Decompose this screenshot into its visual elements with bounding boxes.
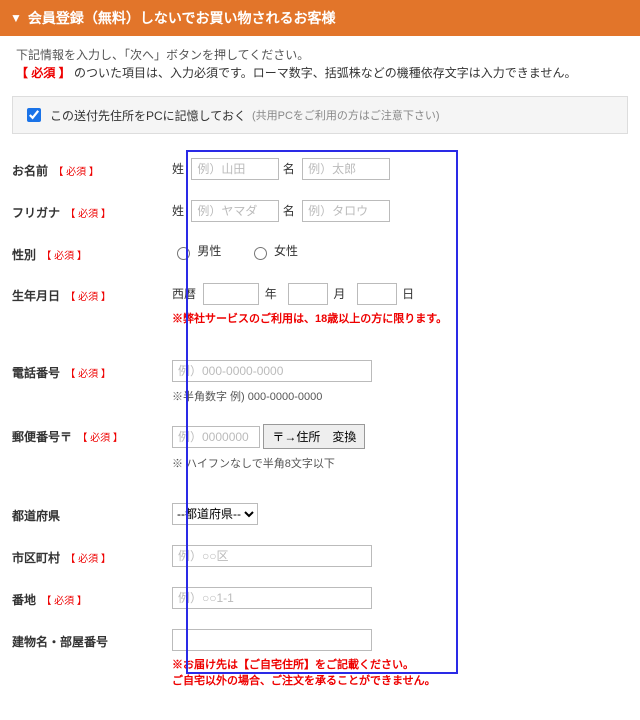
zip-hint: ※ ハイフンなしで半角8文字以下 bbox=[172, 455, 628, 471]
dob-day-input[interactable] bbox=[357, 283, 397, 305]
kana-mei-input[interactable] bbox=[302, 200, 390, 222]
name-sei-input[interactable] bbox=[191, 158, 279, 180]
city-input[interactable] bbox=[172, 545, 372, 567]
label-day: 日 bbox=[402, 287, 414, 301]
label-zip: 郵便番号〒 【 必須 】 bbox=[12, 424, 172, 445]
phone-input[interactable] bbox=[172, 360, 372, 382]
label-era: 西暦 bbox=[172, 287, 196, 301]
remember-label: この送付先住所をPCに記憶しておく bbox=[50, 107, 246, 124]
name-mei-input[interactable] bbox=[302, 158, 390, 180]
label-building: 建物名・部屋番号 bbox=[12, 629, 172, 650]
label-month: 月 bbox=[333, 287, 345, 301]
instructions: 下記情報を入力し、「次へ」ボタンを押してください。 【 必須 】 のついた項目は… bbox=[16, 46, 624, 82]
label-mei: 名 bbox=[283, 162, 295, 176]
label-kana-sei: 姓 bbox=[172, 204, 184, 218]
remember-address-box: この送付先住所をPCに記憶しておく (共用PCをご利用の方はご注意下さい) bbox=[12, 96, 628, 134]
dob-warning: ※弊社サービスのご利用は、18歳以上の方に限ります。 bbox=[172, 311, 628, 328]
phone-hint: ※半角数字 例) 000-0000-0000 bbox=[172, 388, 628, 404]
kana-sei-input[interactable] bbox=[191, 200, 279, 222]
building-input[interactable] bbox=[172, 629, 372, 651]
street-input[interactable] bbox=[172, 587, 372, 609]
instruction-line-1: 下記情報を入力し、「次へ」ボタンを押してください。 bbox=[16, 46, 624, 64]
label-phone: 電話番号 【 必須 】 bbox=[12, 360, 172, 381]
remember-note: (共用PCをご利用の方はご注意下さい) bbox=[252, 107, 440, 123]
section-title: 会員登録（無料）しないでお買い物されるお客様 bbox=[28, 8, 336, 28]
label-pref: 都道府県 bbox=[12, 503, 172, 524]
chevron-down-icon: ▼ bbox=[10, 11, 22, 25]
gender-male-option[interactable]: 男性 bbox=[172, 244, 225, 258]
instruction-line-2: 【 必須 】 のついた項目は、入力必須です。ローマ数字、括弧株などの機種依存文字… bbox=[16, 64, 624, 82]
required-badge: 【 必須 】 bbox=[16, 66, 71, 80]
label-year: 年 bbox=[265, 287, 277, 301]
gender-female-radio[interactable] bbox=[254, 247, 267, 260]
zip-input[interactable] bbox=[172, 426, 260, 448]
building-warning: ※お届け先は【ご自宅住所】をご記載ください。 ご自宅以外の場合、ご注文を承ること… bbox=[172, 657, 628, 690]
gender-male-radio[interactable] bbox=[177, 247, 190, 260]
label-sei: 姓 bbox=[172, 162, 184, 176]
label-dob: 生年月日 【 必須 】 bbox=[12, 283, 172, 304]
dob-year-input[interactable] bbox=[203, 283, 259, 305]
pref-select[interactable]: --都道府県-- bbox=[172, 503, 258, 525]
label-kana-mei: 名 bbox=[283, 204, 295, 218]
label-name: お名前 【 必須 】 bbox=[12, 158, 172, 179]
zip-to-address-button[interactable]: 〒→住所 変換 bbox=[263, 424, 365, 449]
gender-female-option[interactable]: 女性 bbox=[249, 244, 298, 258]
form: お名前 【 必須 】 姓 名 フリガナ 【 必須 】 姓 名 bbox=[12, 148, 628, 700]
section-header: ▼ 会員登録（無料）しないでお買い物されるお客様 bbox=[0, 0, 640, 36]
label-kana: フリガナ 【 必須 】 bbox=[12, 200, 172, 221]
remember-checkbox[interactable] bbox=[27, 108, 41, 122]
label-street: 番地 【 必須 】 bbox=[12, 587, 172, 608]
label-city: 市区町村 【 必須 】 bbox=[12, 545, 172, 566]
label-gender: 性別 【 必須 】 bbox=[12, 242, 172, 263]
dob-month-input[interactable] bbox=[288, 283, 328, 305]
